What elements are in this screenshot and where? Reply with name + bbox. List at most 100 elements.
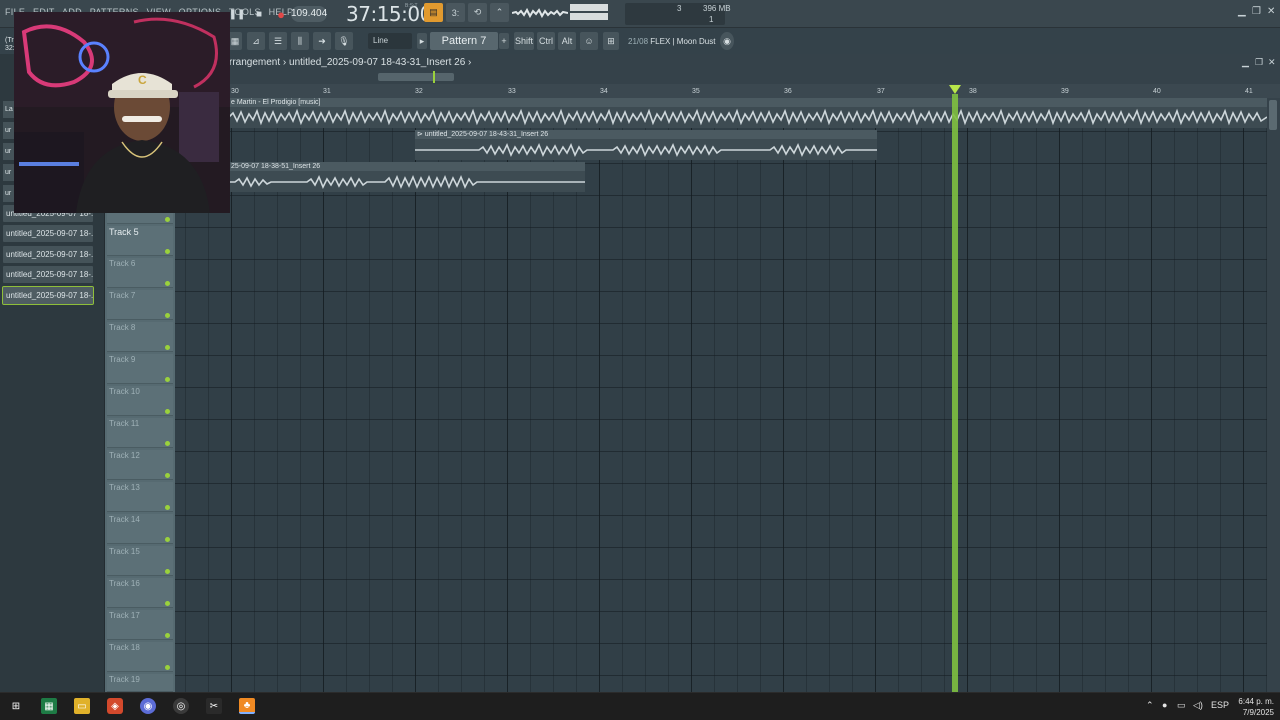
mode-icons: ▤ 3: ⟲ ⌃ — [424, 3, 509, 22]
maximize-icon[interactable]: ❐ — [1252, 6, 1261, 17]
audio-clip[interactable]: ⊳ untitled_2025-09-07 18-43-31_Insert 26 — [415, 130, 877, 160]
track-mute-led[interactable] — [165, 569, 170, 574]
audio-clip[interactable]: e Martin - El Prodigio [music] — [229, 98, 1267, 128]
pause-button[interactable]: ❚❚ — [228, 5, 246, 23]
vertical-scrollbar[interactable] — [1267, 98, 1280, 692]
track-mute-led[interactable] — [165, 281, 170, 286]
polyphony-value: 1 — [709, 15, 714, 24]
track-mute-led[interactable] — [165, 249, 170, 254]
webcam-person-image: C — [14, 12, 230, 213]
track-mute-led[interactable] — [165, 377, 170, 382]
track-mute-led[interactable] — [165, 217, 170, 222]
vertical-scroll-thumb[interactable] — [1269, 100, 1277, 130]
track-name: Track 7 — [109, 291, 136, 300]
piano-roll-icon[interactable]: ⊿ — [247, 32, 265, 50]
track-name: Track 10 — [109, 387, 140, 396]
microphone-icon[interactable]: 🎙 — [335, 32, 353, 50]
cart-icon[interactable]: ⊞ — [603, 32, 619, 50]
bar-number: 37 — [877, 88, 885, 95]
system-clock[interactable]: 6:44 p. m. 7/9/2025 — [1234, 696, 1274, 718]
tempo-display[interactable]: 109.404 — [291, 6, 327, 22]
pattern-add-icon[interactable]: + — [499, 33, 509, 49]
browser-item[interactable]: untitled_2025-09-07 18-... — [3, 246, 93, 263]
bar-number: 39 — [1061, 88, 1069, 95]
pattern-selector[interactable]: Pattern 7 — [430, 32, 498, 50]
tray-chevron-icon[interactable]: ⌃ — [1146, 700, 1154, 711]
song-time-display[interactable]: 37:15:00 — [346, 2, 432, 26]
step-edit-icon[interactable]: 3: — [446, 3, 465, 22]
track-mute-led[interactable] — [165, 473, 170, 478]
brave-browser-icon[interactable]: ◈ — [107, 698, 123, 714]
timeline-ruler[interactable] — [175, 84, 1280, 98]
typing-keyboard-icon[interactable]: ▤ — [424, 3, 443, 22]
horizontal-scrollbar[interactable] — [105, 70, 1280, 84]
bar-number: 31 — [323, 88, 331, 95]
playlist-restore-icon[interactable]: ❐ — [1255, 57, 1263, 68]
obs-icon[interactable]: ◎ — [173, 698, 189, 714]
track-mute-led[interactable] — [165, 537, 170, 542]
track-mute-led[interactable] — [165, 633, 170, 638]
track-name: Track 9 — [109, 355, 136, 364]
excel-icon[interactable]: ▦ — [41, 698, 57, 714]
track-mute-led[interactable] — [165, 409, 170, 414]
track-mute-led[interactable] — [165, 313, 170, 318]
playlist-close-icon[interactable]: ✕ — [1268, 57, 1276, 68]
track-name: Track 18 — [109, 643, 140, 652]
track-name: Track 19 — [109, 675, 140, 684]
track-name: Track 12 — [109, 451, 140, 460]
scroll-thumb[interactable] — [378, 73, 454, 81]
discord-icon[interactable]: ◉ — [140, 698, 156, 714]
minimize-icon[interactable]: ▁ — [1238, 6, 1246, 17]
network-icon[interactable]: ▭ — [1177, 700, 1186, 711]
ctrl-button[interactable]: Ctrl — [537, 32, 555, 50]
close-icon[interactable]: ✕ — [1267, 6, 1275, 17]
waveform — [229, 174, 585, 190]
track-name: Track 17 — [109, 611, 140, 620]
shift-button[interactable]: Shift — [514, 32, 534, 50]
track-mute-led[interactable] — [165, 601, 170, 606]
audio-clip[interactable]: 25-09-07 18-38-51_Insert 26 — [229, 162, 585, 192]
clip-title: 25-09-07 18-38-51_Insert 26 — [229, 162, 585, 171]
playhead-marker-icon[interactable] — [949, 85, 961, 94]
track-name: Track 14 — [109, 515, 140, 524]
hint-bar: 21/08 FLEX | Moon Dust — [628, 37, 715, 46]
language-indicator[interactable]: ESP — [1211, 700, 1229, 710]
breadcrumb[interactable]: rrangement › untitled_2025-09-07 18-43-3… — [229, 57, 471, 68]
pattern-prev-icon[interactable]: ▸ — [417, 33, 427, 49]
capcut-icon[interactable]: ✂ — [206, 698, 222, 714]
clock-date: 7/9/2025 — [1242, 708, 1274, 717]
bar-number: 35 — [692, 88, 700, 95]
track-mute-led[interactable] — [165, 441, 170, 446]
metronome-icon[interactable]: ⌃ — [490, 3, 509, 22]
file-explorer-icon[interactable]: ▭ — [74, 698, 90, 714]
volume-icon[interactable]: ◁) — [1193, 700, 1203, 711]
master-level-meter — [570, 4, 608, 20]
track-mute-led[interactable] — [165, 665, 170, 670]
playlist-minimize-icon[interactable]: ▁ — [1242, 57, 1249, 68]
playlist-icon[interactable]: ▦ — [228, 32, 242, 50]
fl-studio-icon[interactable]: ♣ — [239, 698, 255, 714]
microphone-tray-icon[interactable]: ● — [1162, 700, 1167, 710]
playhead[interactable] — [952, 94, 958, 692]
snap-selector[interactable]: Line — [368, 33, 412, 49]
track-mute-led[interactable] — [165, 505, 170, 510]
position-marker — [433, 71, 435, 83]
stop-button[interactable]: ■ — [250, 5, 268, 23]
browser-item[interactable]: untitled_2025-09-07 18-... — [3, 225, 93, 242]
mixer-icon[interactable]: ⫼ — [291, 32, 309, 50]
arrow-icon[interactable]: ➜ — [313, 32, 331, 50]
bar-number: 34 — [600, 88, 608, 95]
record-button[interactable]: ● — [272, 5, 290, 23]
track-mute-led[interactable] — [165, 345, 170, 350]
smile-icon[interactable]: ☺ — [580, 32, 598, 50]
windows-taskbar — [0, 692, 1280, 720]
browser-item[interactable]: untitled_2025-09-07 18-... — [3, 266, 93, 283]
wait-input-icon[interactable]: ⟲ — [468, 3, 487, 22]
channel-rack-icon[interactable]: ☰ — [269, 32, 287, 50]
windows-start-icon[interactable]: ⊞ — [8, 698, 24, 714]
globe-icon[interactable]: ◉ — [720, 32, 734, 50]
browser-item-selected[interactable]: untitled_2025-09-07 18-... — [2, 286, 94, 305]
alt-button[interactable]: Alt — [558, 32, 576, 50]
transport-controls: ❚❚ ■ ● — [228, 4, 290, 24]
hint-text: FLEX | Moon Dust — [650, 37, 716, 46]
